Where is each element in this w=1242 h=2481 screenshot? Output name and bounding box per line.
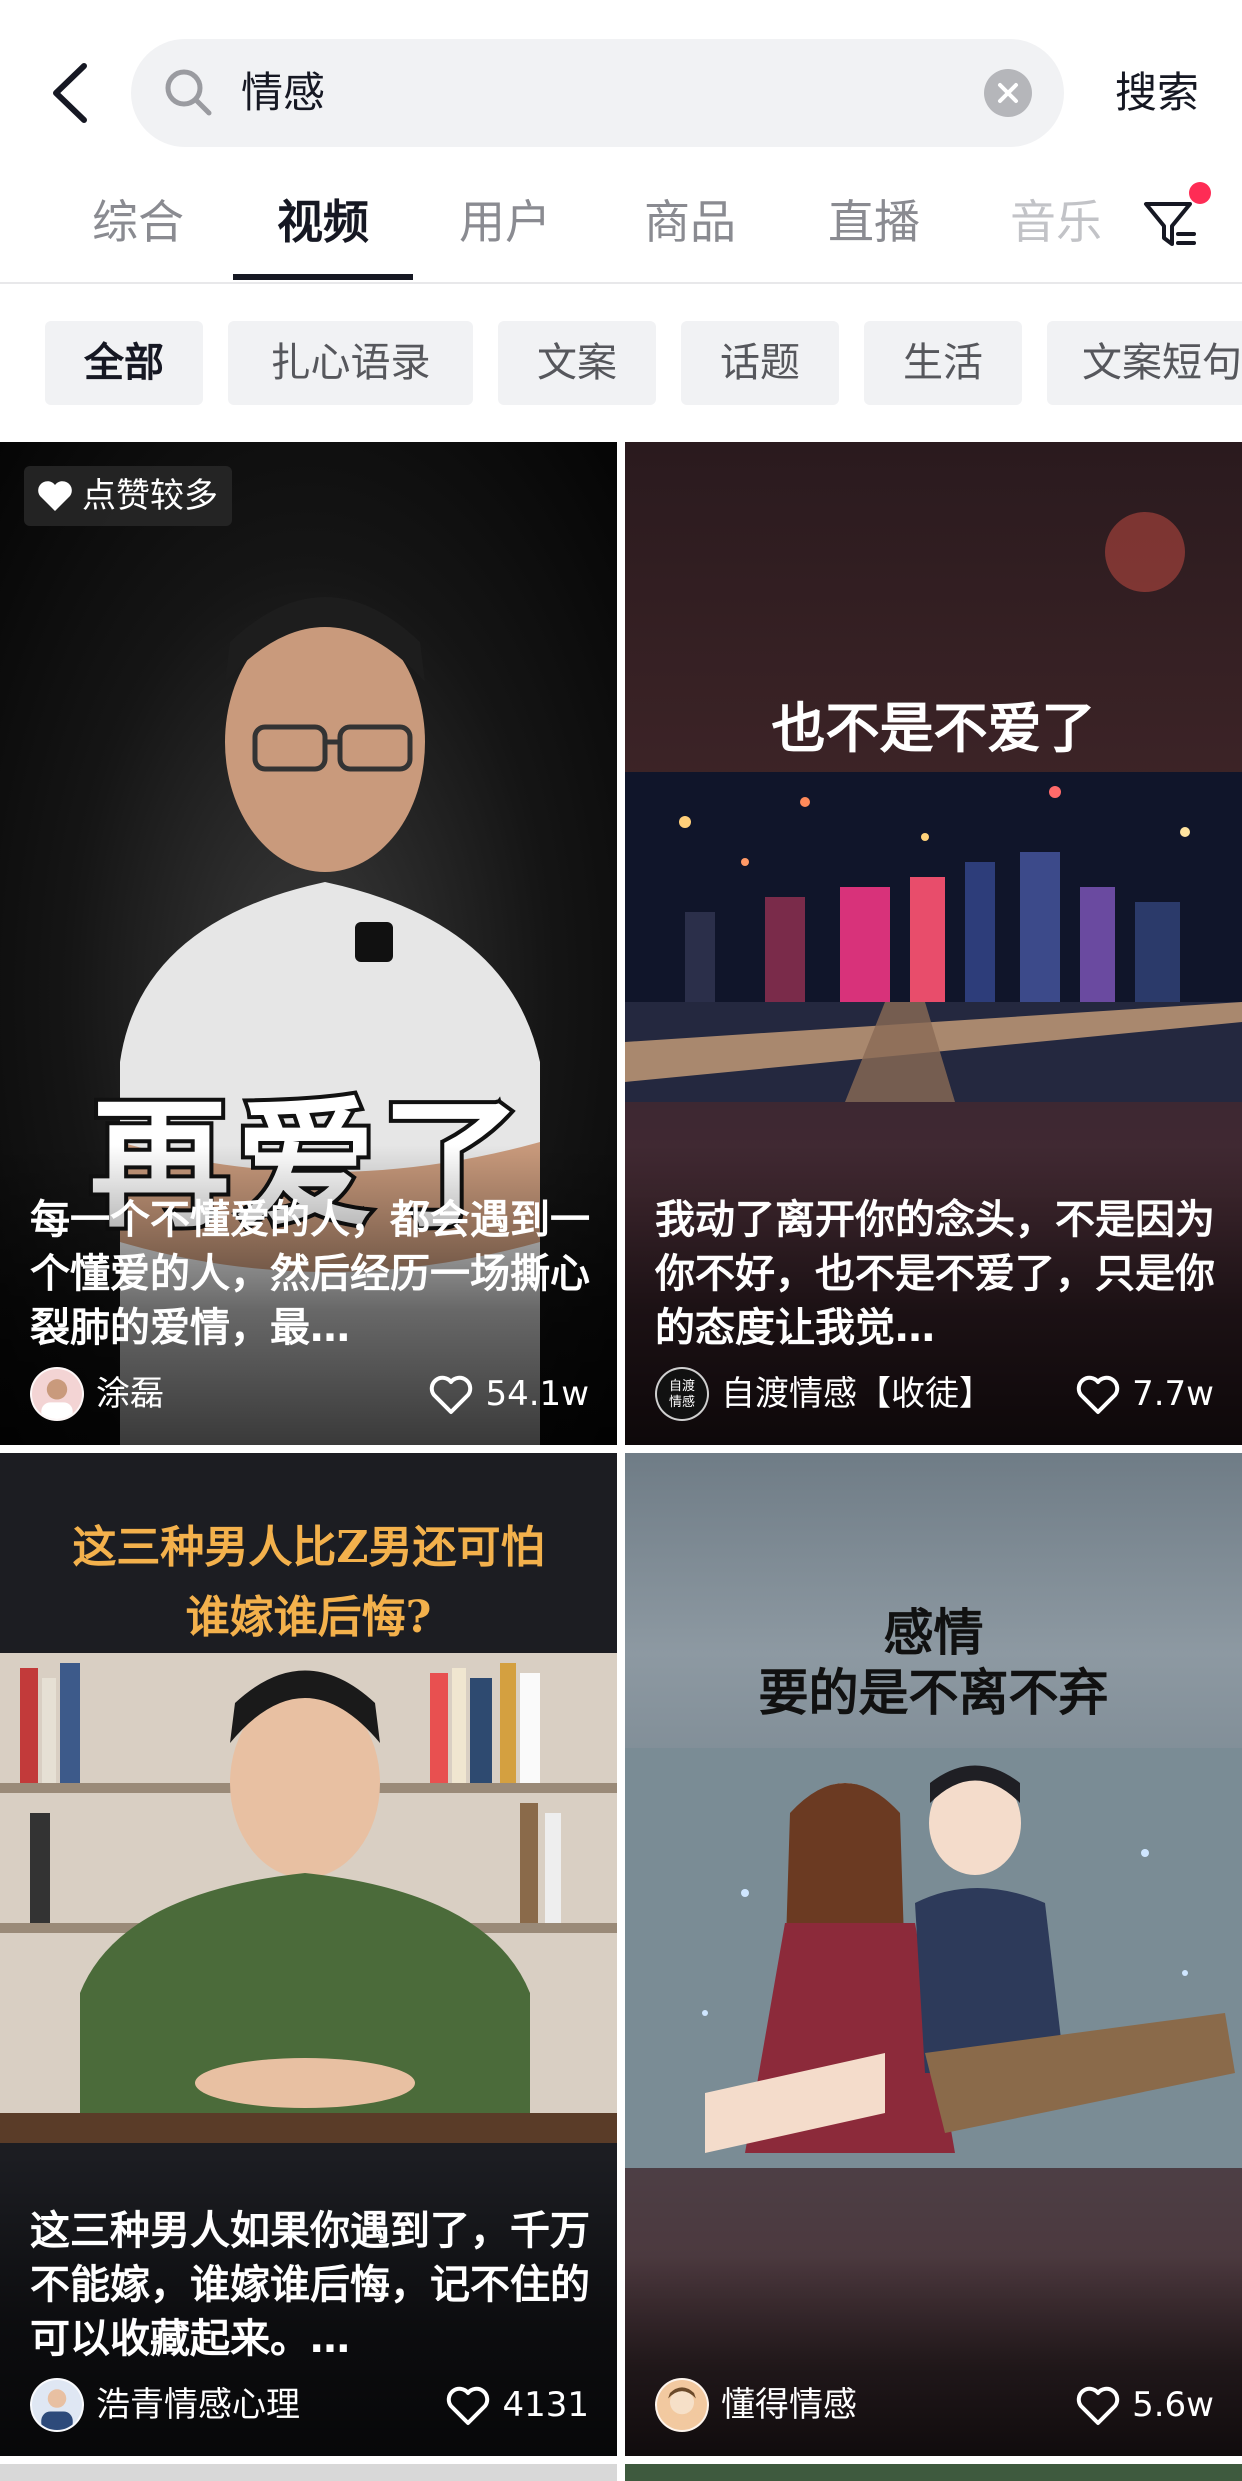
video-description: 我动了离开你的念头，不是因为你不好，也不是不爱了，只是你的态度让我觉… (655, 1197, 1215, 1351)
tab-users[interactable]: 用户 (415, 180, 595, 280)
tab-video[interactable]: 视频 (233, 180, 413, 280)
filter-notification-dot (1189, 182, 1211, 204)
heart-outline-icon (1076, 2386, 1120, 2425)
result-type-tabs: 综合 视频 用户 商品 直播 音乐 (0, 180, 1242, 284)
chip-topics[interactable]: 话题 (681, 321, 839, 405)
tab-live[interactable]: 直播 (784, 180, 964, 280)
tab-all[interactable]: 综合 (48, 180, 228, 280)
like-count: 54.1w (429, 1365, 589, 1423)
avatar-image (41, 1379, 73, 1419)
like-count: 7.7w (1076, 1365, 1214, 1423)
video-meta: 浩青情感心理 4131 (30, 2376, 589, 2434)
heart-outline-icon (430, 1375, 473, 1414)
author-name[interactable]: 自渡情感【收徒】 (721, 1365, 993, 1423)
popular-badge: 点赞较多 (24, 466, 232, 526)
video-overlay-title: 感情 要的是不离不弃 (625, 1603, 1242, 1723)
video-meta: 自渡情感 自渡情感【收徒】 7.7w (655, 1365, 1214, 1423)
filter-icon (1144, 202, 1196, 246)
avatar[interactable] (30, 2378, 84, 2432)
filter-chips: 全部 扎心语录 文案 话题 生活 文案短句 (0, 284, 1242, 440)
video-card-partial[interactable] (625, 2464, 1242, 2481)
overlay-title-line: 这三种男人比Z男还可怕 (72, 1522, 545, 1573)
close-icon (998, 83, 1018, 103)
chip-heartbreak-quotes[interactable]: 扎心语录 (228, 321, 473, 405)
like-count-value: 7.7w (1132, 1374, 1214, 1414)
author-name[interactable]: 懂得情感 (721, 2376, 857, 2434)
like-count-value: 54.1w (485, 1374, 589, 1414)
video-meta: 涂磊 54.1w (30, 1365, 589, 1423)
tab-music[interactable]: 音乐 (966, 180, 1146, 280)
tab-products[interactable]: 商品 (600, 180, 780, 280)
search-results-page: 情感 搜索 综合 视频 用户 商品 直播 音乐 全部 扎心语录 文案 话题 生活… (0, 0, 1242, 2481)
avatar[interactable] (655, 2378, 709, 2432)
video-card[interactable]: 也不是不爱了 我动了离开你的念头，不是因为你不好，也不是不爱了，只是你的态度让我… (625, 442, 1242, 1445)
video-description: 每一个不懂爱的人，都会遇到一个懂爱的人，然后经历一场撕心裂肺的爱情，最… (30, 1197, 590, 1351)
heart-outline-icon (1076, 1375, 1120, 1414)
search-icon (165, 69, 212, 116)
avatar-image (668, 2387, 696, 2415)
video-card[interactable]: 感情 要的是不离不弃 懂得情感 5.6w (625, 1453, 1242, 2456)
video-card-partial[interactable] (0, 2464, 617, 2481)
back-button[interactable] (44, 58, 104, 128)
like-count-value: 5.6w (1132, 2385, 1214, 2425)
overlay-title-line: 感情 (883, 1604, 984, 1662)
chevron-left-icon (53, 63, 87, 123)
video-card[interactable]: 这三种男人比Z男还可怕 谁嫁谁后悔? 这三种男人如果你遇到了，千万不能嫁，谁嫁谁… (0, 1453, 617, 2456)
video-overlay-title: 这三种男人比Z男还可怕 谁嫁谁后悔? (0, 1513, 617, 1653)
heart-icon (38, 481, 72, 511)
chip-short-copy[interactable]: 文案短句 (1047, 321, 1242, 405)
search-query-text: 情感 (241, 68, 326, 117)
video-card[interactable]: 再爱了 点赞较多 每一个不懂爱的人，都会遇到一个懂爱的人，然后经历一场撕心裂肺的… (0, 442, 617, 1445)
video-meta: 懂得情感 5.6w (655, 2376, 1214, 2434)
overlay-title-line: 谁嫁谁后悔? (185, 1592, 432, 1643)
clear-search-button[interactable] (984, 69, 1032, 117)
search-submit-button[interactable]: 搜索 (1092, 39, 1222, 147)
chip-copywriting[interactable]: 文案 (498, 321, 656, 405)
like-count-value: 4131 (502, 2385, 589, 2425)
like-count: 5.6w (1076, 2376, 1214, 2434)
avatar[interactable]: 自渡情感 (655, 1367, 709, 1421)
filter-button[interactable] (1140, 194, 1210, 264)
author-name[interactable]: 涂磊 (96, 1365, 164, 1423)
heart-outline-icon (447, 2386, 490, 2425)
search-header: 情感 搜索 (0, 0, 1242, 180)
badge-label: 点赞较多 (82, 476, 218, 516)
chip-all[interactable]: 全部 (45, 321, 203, 405)
avatar-image (41, 2389, 73, 2430)
video-overlay-title: 也不是不爱了 (771, 697, 1096, 760)
like-count: 4131 (446, 2376, 589, 2434)
video-description: 这三种男人如果你遇到了，千万不能嫁，谁嫁谁后悔，记不住的可以收藏起来。… (30, 2208, 590, 2362)
search-input[interactable]: 情感 (131, 39, 1064, 147)
overlay-title-line: 要的是不离不弃 (758, 1664, 1109, 1722)
author-name[interactable]: 浩青情感心理 (96, 2376, 300, 2434)
chip-life[interactable]: 生活 (864, 321, 1022, 405)
avatar-text: 自渡情感 (668, 1379, 695, 1410)
avatar[interactable] (30, 1367, 84, 1421)
